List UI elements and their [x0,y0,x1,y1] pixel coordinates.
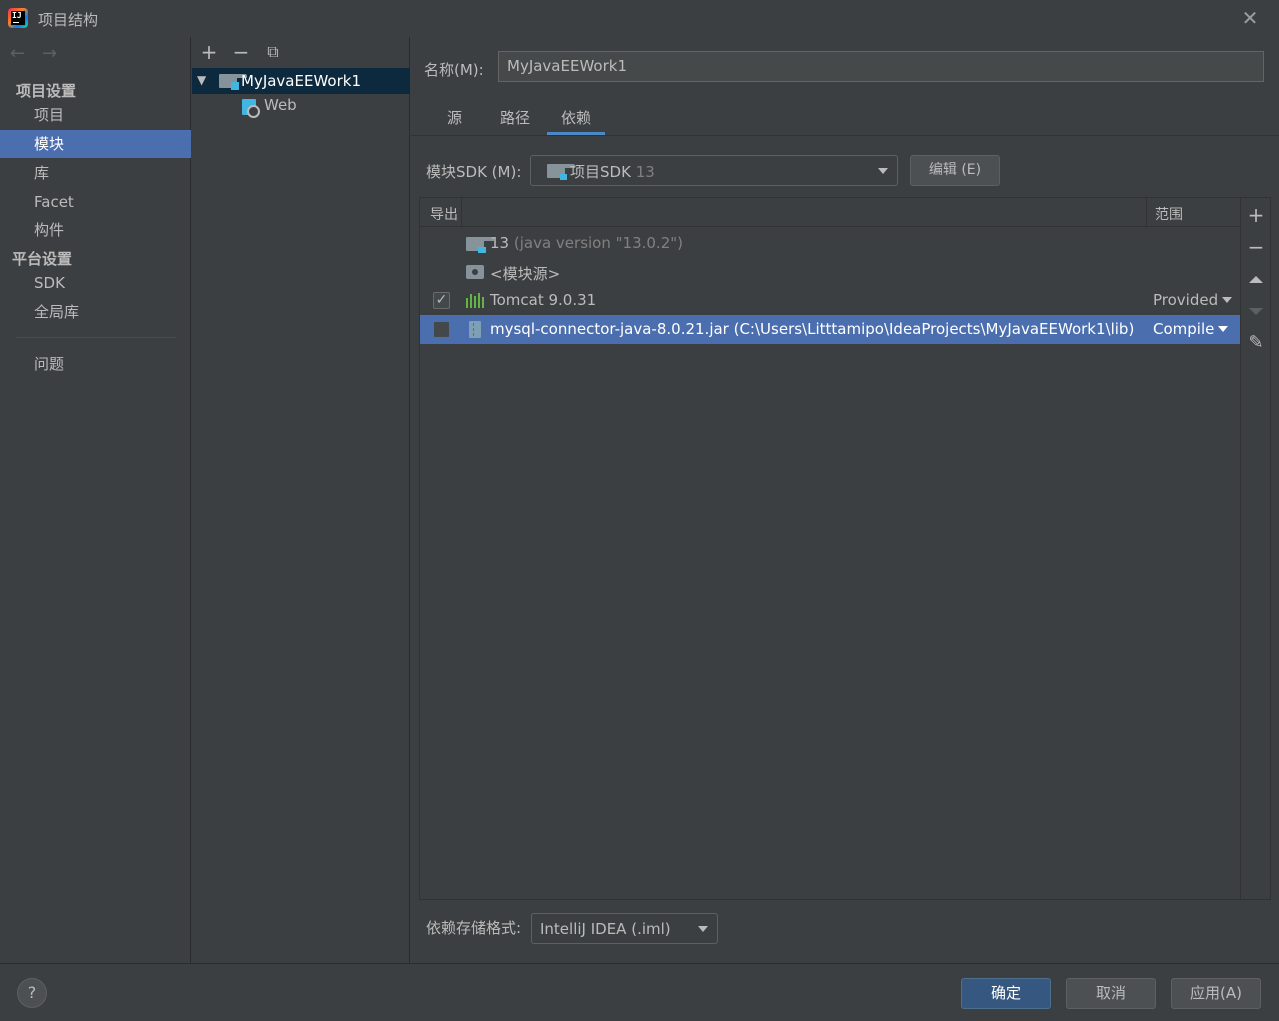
tab-paths[interactable]: 路径 [486,105,544,135]
table-row[interactable]: 13 (java version "13.0.2") [420,229,1240,258]
jdk-folder-icon [466,237,494,253]
nav-item-modules[interactable]: 模块 [0,130,191,158]
jdk-name: 13 [490,234,510,252]
sdk-value-text: 项目SDK [570,163,631,181]
cancel-button[interactable]: 取消 [1066,978,1156,1009]
edit-sdk-button[interactable]: 编辑 (E) [910,155,1000,186]
library-icon [466,293,484,308]
table-row[interactable]: <模块源> [420,258,1240,287]
nav-section-project: 项目设置 [16,82,77,100]
column-export[interactable]: 导出 [430,204,458,224]
storage-format-select[interactable]: IntelliJ IDEA (.iml) [531,913,718,944]
remove-module-icon[interactable]: − [230,41,252,63]
module-sdk-label: 模块SDK (M): [426,163,522,181]
dependency-name: mysql-connector-java-8.0.21.jar (C:\User… [490,320,1135,338]
ok-button[interactable]: 确定 [961,978,1051,1009]
sdk-version-text: 13 [635,163,655,181]
scope-dropdown[interactable]: Compile [1153,320,1229,338]
settings-nav: ← → 项目设置 项目 模块 库 Facet 构件 平台设置 SDK 全局库 问… [0,37,191,963]
dependencies-table: 导出 范围 13 (java version "13.0.2") <模块源> ✓ [419,197,1241,900]
add-module-icon[interactable]: + [198,41,220,63]
module-sdk-select[interactable]: 项目SDK 13 [530,155,898,186]
nav-section-platform: 平台设置 [12,250,73,268]
back-arrow-icon[interactable]: ← [10,43,25,64]
tab-sources[interactable]: 源 [433,105,476,135]
table-row[interactable]: ✓ Tomcat 9.0.31 Provided [420,286,1240,315]
add-dependency-icon[interactable]: + [1245,204,1267,226]
tree-item-web[interactable]: Web [264,96,297,114]
column-divider [461,198,462,227]
storage-format-label: 依赖存储格式: [426,919,522,937]
forward-arrow-icon[interactable]: → [42,43,57,64]
module-source-icon [466,265,484,279]
edit-pencil-icon[interactable]: ✎ [1245,332,1267,354]
title-bar: IJ 项目结构 ✕ [0,0,1279,37]
module-name-input[interactable]: MyJavaEEWork1 [498,51,1264,82]
sdk-folder-icon [547,164,575,180]
module-folder-icon [219,74,247,90]
nav-item-sdk[interactable]: SDK [0,269,191,297]
jdk-version-detail: (java version "13.0.2") [513,234,683,252]
copy-module-icon[interactable]: ⧉ [262,41,284,63]
table-header: 导出 范围 [420,198,1240,227]
dependency-name: <模块源> [490,265,561,283]
column-divider [1146,198,1147,227]
name-label: 名称(M): [424,61,484,79]
remove-dependency-icon[interactable]: − [1245,236,1267,258]
chevron-down-icon [698,926,708,932]
expand-arrow-icon[interactable]: ▼ [197,73,206,87]
module-details-panel: 名称(M): MyJavaEEWork1 源 路径 依赖 模块SDK (M): … [411,37,1279,963]
scope-value: Compile [1153,320,1215,338]
nav-item-problems[interactable]: 问题 [0,350,191,378]
dialog-footer: ? 确定 取消 应用(A) [0,963,1279,1021]
nav-item-global-libraries[interactable]: 全局库 [0,298,191,326]
jar-icon [469,321,481,338]
move-up-icon[interactable] [1245,268,1267,290]
module-tree-panel: + − ⧉ ▼ MyJavaEEWork1 Web [192,37,410,963]
chevron-down-icon [1222,297,1233,303]
storage-format-value: IntelliJ IDEA (.iml) [540,920,671,938]
dependencies-toolbar: + − ✎ [1241,197,1271,900]
table-row[interactable]: mysql-connector-java-8.0.21.jar (C:\User… [420,315,1240,344]
export-checkbox[interactable] [433,321,450,338]
scope-value: Provided [1153,291,1219,309]
scope-dropdown[interactable]: Provided [1153,291,1233,309]
chevron-down-icon [878,168,888,174]
dependency-name: Tomcat 9.0.31 [490,291,597,309]
nav-item-project[interactable]: 项目 [0,101,191,129]
sdk-value: 项目SDK 13 [570,161,655,182]
web-facet-icon [242,99,260,118]
tab-dependencies[interactable]: 依赖 [547,105,606,135]
nav-divider [16,337,176,338]
column-scope[interactable]: 范围 [1155,204,1183,224]
window-title: 项目结构 [38,11,99,29]
apply-button[interactable]: 应用(A) [1171,978,1261,1009]
dependency-name: 13 (java version "13.0.2") [490,234,683,252]
close-icon[interactable]: ✕ [1240,8,1260,28]
tree-item-label: MyJavaEEWork1 [241,72,361,90]
move-down-icon[interactable] [1245,300,1267,322]
tree-item-module-root[interactable]: ▼ MyJavaEEWork1 [192,68,410,94]
export-checkbox[interactable]: ✓ [433,292,450,309]
tabs-divider [411,135,1279,136]
nav-item-artifacts[interactable]: 构件 [0,216,191,244]
nav-item-libraries[interactable]: 库 [0,159,191,187]
help-button[interactable]: ? [17,978,47,1008]
chevron-down-icon [1218,326,1229,332]
intellij-logo-icon: IJ [8,8,28,28]
nav-item-facets[interactable]: Facet [0,188,191,216]
